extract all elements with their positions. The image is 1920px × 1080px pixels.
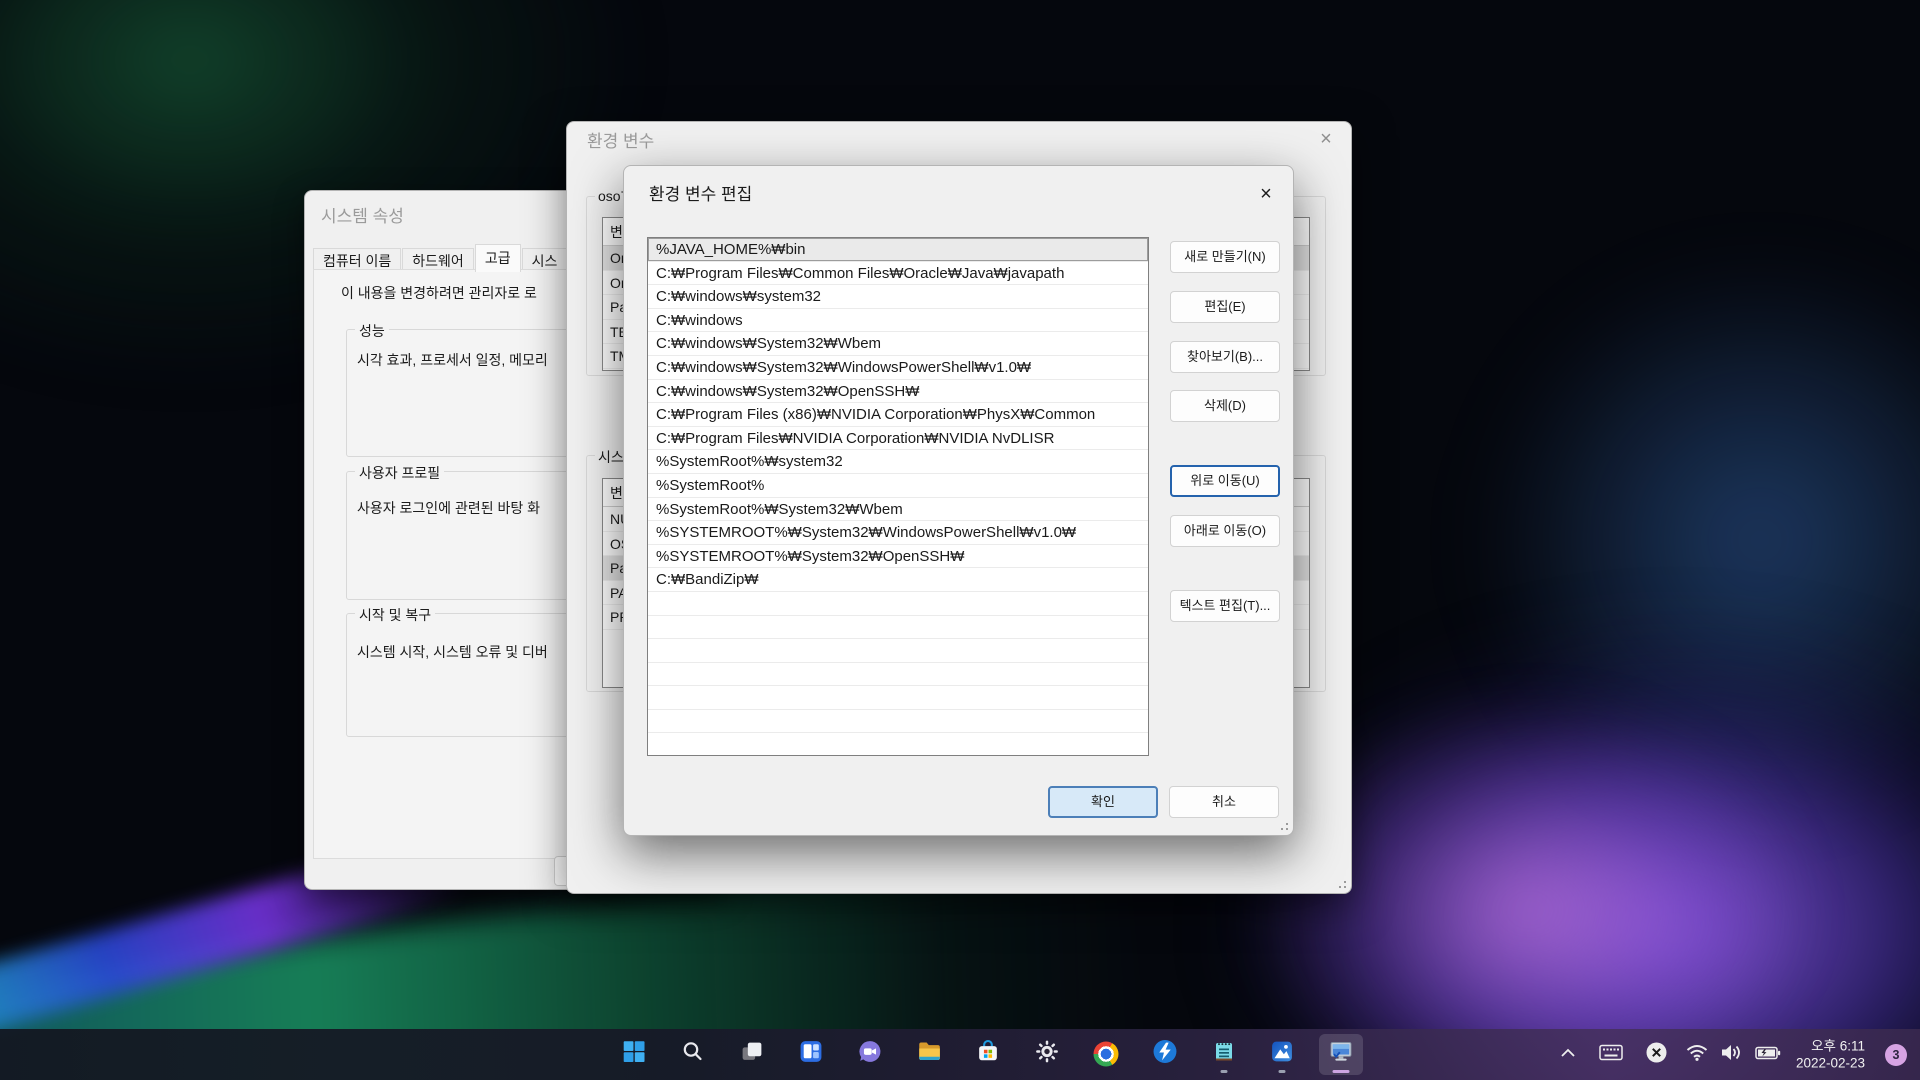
window-title: 시스템 속성	[321, 202, 404, 227]
task-view-icon	[739, 1039, 764, 1069]
empty-row[interactable]	[648, 639, 1148, 663]
group-label: 시작 및 복구	[355, 605, 435, 625]
clock-time: 오후 6:11	[1796, 1037, 1865, 1055]
empty-row[interactable]	[648, 663, 1148, 687]
photos-button[interactable]	[1260, 1034, 1304, 1075]
battery-charging-icon[interactable]	[1755, 1043, 1781, 1066]
path-row[interactable]: %SYSTEMROOT%₩System32₩WindowsPowerShell₩…	[648, 521, 1148, 545]
side-button-6[interactable]: 아래로 이동(O)	[1170, 515, 1280, 547]
side-button-5[interactable]: 위로 이동(U)	[1170, 465, 1280, 497]
lightning-app-icon	[1152, 1039, 1177, 1069]
file-explorer-button[interactable]	[907, 1034, 951, 1075]
side-button-3[interactable]: 찾아보기(B)...	[1170, 341, 1280, 373]
group-description: 사용자 로그인에 관련된 바탕 화	[357, 498, 540, 518]
path-row[interactable]: C:₩Program Files₩Common Files₩Oracle₩Jav…	[648, 262, 1148, 286]
path-row[interactable]: C:₩windows₩system32	[648, 285, 1148, 309]
volume-icon[interactable]	[1720, 1042, 1742, 1067]
settings-gear-icon	[1034, 1039, 1059, 1069]
chrome-button[interactable]	[1084, 1034, 1128, 1075]
running-indicator	[1220, 1070, 1227, 1073]
edit-environment-variable-dialog: 환경 변수 편집 × %JAVA_HOME%₩binC:₩Program Fil…	[623, 165, 1294, 836]
active-running-indicator	[1333, 1070, 1350, 1073]
side-button-2[interactable]: 편집(E)	[1170, 291, 1280, 323]
tab-고급[interactable]: 고급	[475, 244, 521, 272]
clock[interactable]: 오후 6:11 2022-02-23	[1796, 1037, 1865, 1072]
side-button-1[interactable]: 새로 만들기(N)	[1170, 241, 1280, 273]
path-row[interactable]: C:₩Program Files₩NVIDIA Corporation₩NVID…	[648, 427, 1148, 451]
group-label: 사용자 프로필	[355, 463, 444, 483]
path-row[interactable]: %SystemRoot%	[648, 474, 1148, 498]
microsoft-store-icon	[975, 1039, 1000, 1069]
start-icon	[621, 1038, 647, 1069]
path-row[interactable]: C:₩windows₩System32₩Wbem	[648, 332, 1148, 356]
path-row[interactable]: C:₩BandiZip₩	[648, 568, 1148, 592]
path-row[interactable]: C:₩windows	[648, 309, 1148, 333]
empty-row[interactable]	[648, 733, 1148, 756]
empty-row[interactable]	[648, 592, 1148, 616]
clock-date: 2022-02-23	[1796, 1055, 1865, 1073]
tab-strip: 컴퓨터 이름하드웨어고급시스	[313, 245, 568, 270]
path-row[interactable]: C:₩Program Files (x86)₩NVIDIA Corporatio…	[648, 403, 1148, 427]
window-title: 환경 변수	[587, 127, 654, 152]
window-title: 환경 변수 편집	[649, 180, 752, 210]
path-list[interactable]: %JAVA_HOME%₩binC:₩Program Files₩Common F…	[647, 237, 1149, 756]
side-button-4[interactable]: 삭제(D)	[1170, 390, 1280, 422]
empty-row[interactable]	[648, 710, 1148, 734]
notepad-icon	[1212, 1039, 1236, 1068]
hidden-icons-chevron-icon[interactable]	[1560, 1046, 1576, 1064]
group-label: 시스	[595, 447, 627, 467]
path-row[interactable]: %JAVA_HOME%₩bin	[648, 238, 1148, 262]
chrome-icon	[1093, 1041, 1118, 1066]
close-icon[interactable]: ×	[1311, 124, 1341, 154]
taskbar: 오후 6:11 2022-02-23 3	[0, 1029, 1920, 1080]
running-indicator	[1279, 1070, 1286, 1073]
path-row[interactable]: %SystemRoot%₩System32₩Wbem	[648, 498, 1148, 522]
group-description: 시스템 시작, 시스템 오류 및 디버	[357, 642, 548, 662]
touch-keyboard-icon[interactable]	[1599, 1043, 1623, 1066]
resize-grip[interactable]	[1278, 820, 1288, 830]
empty-row[interactable]	[648, 616, 1148, 640]
path-row[interactable]: C:₩windows₩System32₩OpenSSH₩	[648, 380, 1148, 404]
notepad-button[interactable]	[1202, 1034, 1246, 1075]
lightning-app-button[interactable]	[1143, 1034, 1187, 1075]
group-label: 성능	[355, 321, 389, 341]
widgets-button[interactable]	[789, 1034, 833, 1075]
settings-button[interactable]	[1025, 1034, 1069, 1075]
chat-icon	[857, 1039, 882, 1069]
status-circle-x-icon[interactable]	[1646, 1042, 1667, 1068]
path-row[interactable]: %SystemRoot%₩system32	[648, 450, 1148, 474]
start-button[interactable]	[612, 1034, 656, 1075]
wifi-icon[interactable]	[1686, 1043, 1708, 1066]
path-row[interactable]: %SYSTEMROOT%₩System32₩OpenSSH₩	[648, 545, 1148, 569]
group-description: 시각 효과, 프로세서 일정, 메모리	[357, 350, 548, 370]
notification-badge[interactable]: 3	[1885, 1044, 1907, 1066]
cancel-button[interactable]: 취소	[1169, 786, 1279, 818]
resize-grip[interactable]	[1336, 878, 1346, 888]
search-icon	[681, 1039, 705, 1068]
system-properties-icon	[1328, 1038, 1354, 1069]
photos-icon	[1270, 1039, 1295, 1069]
admin-notice-text: 이 내용을 변경하려면 관리자로 로	[341, 283, 537, 303]
desktop: 시스템 속성 컴퓨터 이름하드웨어고급시스 이 내용을 변경하려면 관리자로 로…	[0, 0, 1920, 1080]
microsoft-store-button[interactable]	[966, 1034, 1010, 1075]
close-icon[interactable]: ×	[1251, 179, 1281, 209]
ok-button[interactable]: 확인	[1048, 786, 1158, 818]
search-button[interactable]	[671, 1034, 715, 1075]
system-properties-button[interactable]	[1319, 1034, 1363, 1075]
chat-button[interactable]	[848, 1034, 892, 1075]
taskbar-icons	[612, 1034, 1374, 1075]
empty-row[interactable]	[648, 686, 1148, 710]
widgets-icon	[798, 1039, 823, 1069]
file-explorer-icon	[916, 1038, 942, 1069]
task-view-button[interactable]	[730, 1034, 774, 1075]
path-row[interactable]: C:₩windows₩System32₩WindowsPowerShell₩v1…	[648, 356, 1148, 380]
side-button-7[interactable]: 텍스트 편집(T)...	[1170, 590, 1280, 622]
